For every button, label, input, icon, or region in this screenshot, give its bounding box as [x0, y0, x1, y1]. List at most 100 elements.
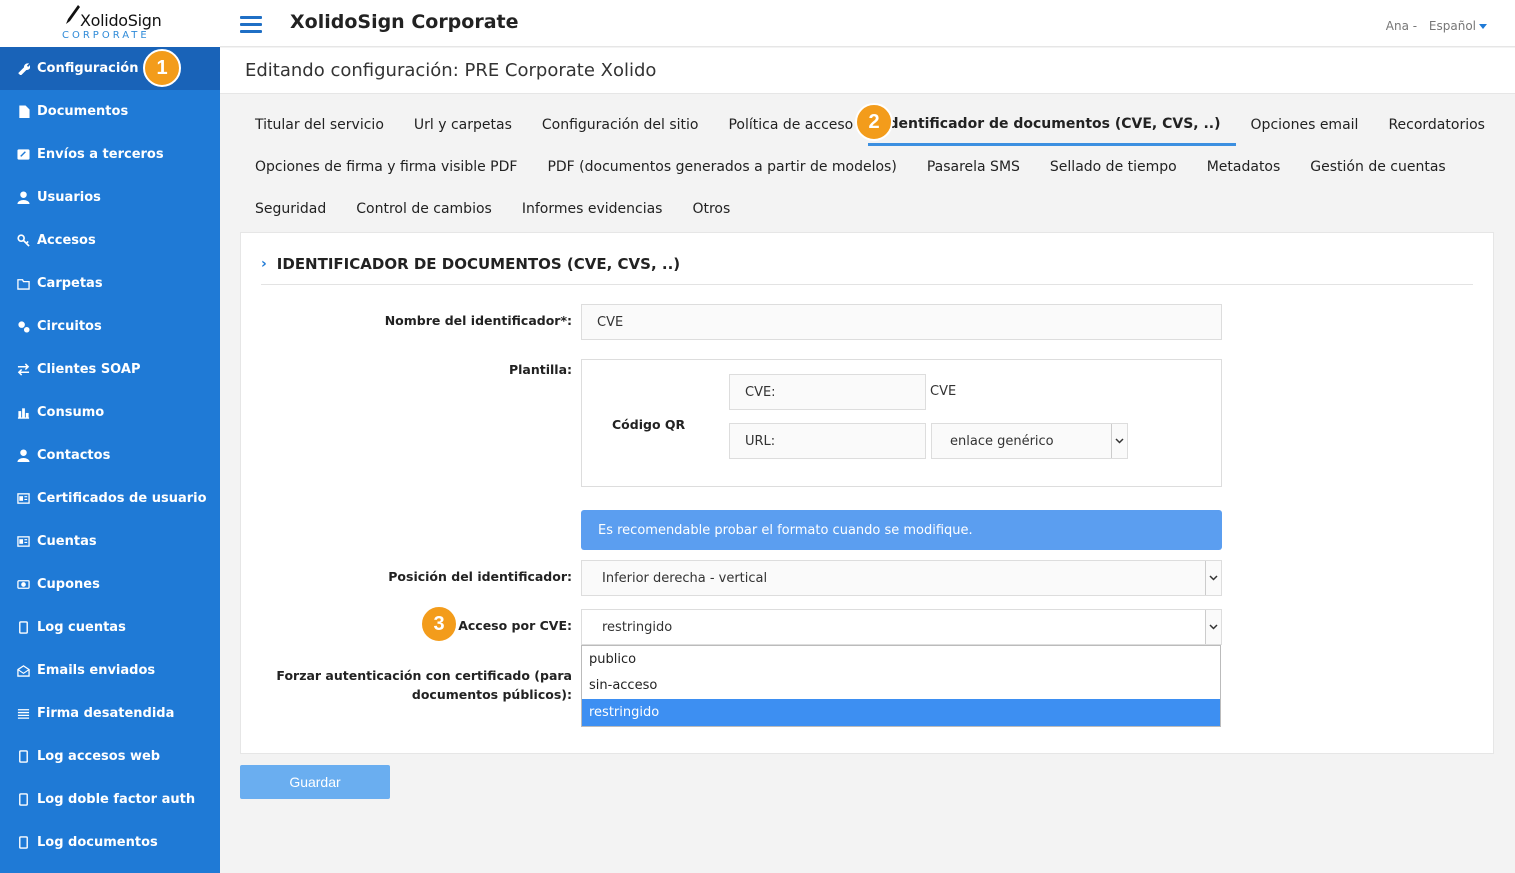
sidebar-item-firma-desatendida[interactable]: Firma desatendida [0, 692, 220, 735]
acceso-dropdown: publico sin-acceso restringido [581, 645, 1221, 727]
cve-value: CVE [930, 384, 957, 399]
sidebar-item-label: Certificados de usuario [37, 491, 207, 506]
plantilla-box: Código QR CVE: CVE URL: enlace genérico [581, 359, 1222, 487]
sidebar-item-cupones[interactable]: Cupones [0, 563, 220, 606]
section-title-text: IDENTIFICADOR DE DOCUMENTOS (CVE, CVS, .… [276, 255, 681, 273]
sidebar-item-envíos-a-terceros[interactable]: Envíos a terceros [0, 133, 220, 176]
app-title: XolidoSign Corporate [290, 11, 519, 33]
tab-row: Opciones de firma y firma visible PDF PDF… [240, 146, 1500, 188]
sidebar-item-label: Clientes SOAP [37, 362, 141, 377]
tab-row: Seguridad Control de cambios Informes evid… [240, 188, 1500, 230]
step-badge-2: 2 [855, 103, 893, 141]
list-icon [16, 707, 30, 721]
sidebar-item-log-documentos[interactable]: Log documentos [0, 821, 220, 864]
sidebar-item-label: Firma desatendida [37, 706, 175, 721]
chevron-down-icon [1111, 424, 1127, 458]
logo[interactable]: XolidoSign CORPORATE [0, 0, 220, 47]
tab-0-6[interactable]: Recordatorios [1373, 104, 1500, 146]
sidebar-item-log-cuentas[interactable]: Log cuentas [0, 606, 220, 649]
sidebar-item-certificados-de-usuario[interactable]: Certificados de usuario [0, 477, 220, 520]
sidebar-item-label: Envíos a terceros [37, 147, 164, 162]
sidebar-item-label: Log doble factor auth [37, 792, 196, 807]
sidebar-item-contactos[interactable]: Contactos [0, 434, 220, 477]
url-select-value: enlace genérico [950, 433, 1054, 449]
bar-chart-icon [16, 406, 30, 420]
forzar-label-line1: Forzar autenticación con certificado (pa… [276, 668, 572, 683]
tab-1-5[interactable]: Gestión de cuentas [1295, 146, 1460, 188]
sidebar-item-log-accesos-web[interactable]: Log accesos web [0, 735, 220, 778]
sidebar-item-label: Contactos [37, 448, 111, 463]
tab-2-2[interactable]: Informes evidencias [507, 188, 678, 230]
sidebar-item-label: Configuración [37, 61, 139, 76]
divider [261, 284, 1473, 285]
envelope-open-icon [16, 664, 30, 678]
sidebar-item-label: Consumo [37, 405, 105, 420]
forzar-label: Forzar autenticación con certificado (pa… [241, 666, 572, 704]
tab-2-0[interactable]: Seguridad [240, 188, 341, 230]
user-area: Ana - Español [1386, 19, 1487, 33]
sidebar-item-cuentas[interactable]: Cuentas [0, 520, 220, 563]
acceso-select[interactable]: restringido [581, 609, 1222, 645]
menu-icon[interactable] [240, 16, 262, 34]
sidebar-item-clientes-soap[interactable]: Clientes SOAP [0, 348, 220, 391]
tab-0-4[interactable]: Identificador de documentos (CVE, CVS, .… [868, 104, 1236, 146]
tab-0-0[interactable]: Titular del servicio [240, 104, 399, 146]
tab-1-1[interactable]: PDF (documentos generados a partir de mo… [532, 146, 911, 188]
folder-icon [16, 277, 30, 291]
url-select[interactable]: enlace genérico [931, 423, 1128, 459]
exchange-icon [16, 363, 30, 377]
id-card-icon [16, 492, 30, 506]
sidebar-item-emails-enviados[interactable]: Emails enviados [0, 649, 220, 692]
nombre-input[interactable]: CVE [581, 304, 1222, 340]
key-icon [16, 234, 30, 248]
tab-0-5[interactable]: Opciones email [1236, 104, 1374, 146]
url-input[interactable]: URL: [729, 423, 926, 459]
sidebar-item-carpetas[interactable]: Carpetas [0, 262, 220, 305]
sidebar-item-label: Log cuentas [37, 620, 126, 635]
user-icon [16, 449, 30, 463]
save-button[interactable]: Guardar [240, 765, 390, 799]
user-icon [16, 191, 30, 205]
section-title[interactable]: › IDENTIFICADOR DE DOCUMENTOS (CVE, CVS,… [261, 255, 680, 273]
sidebar-item-documentos[interactable]: Documentos [0, 90, 220, 133]
sidebar-item-consumo[interactable]: Consumo [0, 391, 220, 434]
sidebar-item-label: Documentos [37, 104, 129, 119]
acceso-label: Acceso por CVE: [458, 618, 572, 633]
sidebar-item-label: Log documentos [37, 835, 158, 850]
sidebar-item-log-doble-factor-auth[interactable]: Log doble factor auth [0, 778, 220, 821]
posicion-label: Posición del identificador: [388, 569, 572, 584]
user-menu[interactable]: Ana - [1386, 19, 1417, 33]
page-title: Editando configuración: PRE Corporate Xo… [220, 48, 1515, 94]
option-sin-acceso[interactable]: sin-acceso [582, 673, 1220, 700]
id-card-icon [16, 535, 30, 549]
tab-1-3[interactable]: Sellado de tiempo [1035, 146, 1192, 188]
cogs-icon [16, 320, 30, 334]
option-publico[interactable]: publico [582, 646, 1220, 673]
tab-0-3[interactable]: Política de acceso [713, 104, 868, 146]
sidebar-item-accesos[interactable]: Accesos [0, 219, 220, 262]
sidebar-item-label: Emails enviados [37, 663, 156, 678]
tab-1-0[interactable]: Opciones de firma y firma visible PDF [240, 146, 532, 188]
sidebar-item-configuración[interactable]: Configuración [0, 47, 220, 90]
book-icon [16, 836, 30, 850]
info-alert: Es recomendable probar el formato cuando… [581, 510, 1222, 550]
chevron-down-icon [1205, 561, 1221, 595]
chevron-right-icon: › [261, 256, 267, 272]
language-select[interactable]: Español [1429, 19, 1487, 33]
tab-1-4[interactable]: Metadatos [1192, 146, 1296, 188]
top-bar: XolidoSign Corporate Ana - Español [220, 0, 1515, 47]
option-restringido[interactable]: restringido [582, 699, 1220, 726]
sidebar-item-label: Cuentas [37, 534, 97, 549]
chevron-down-icon [1205, 610, 1221, 644]
posicion-select[interactable]: Inferior derecha - vertical [581, 560, 1222, 596]
tab-1-2[interactable]: Pasarela SMS [912, 146, 1035, 188]
tab-0-1[interactable]: Url y carpetas [399, 104, 527, 146]
sidebar-item-circuitos[interactable]: Circuitos [0, 305, 220, 348]
sidebar-item-label: Carpetas [37, 276, 103, 291]
send-icon [16, 148, 30, 162]
tab-0-2[interactable]: Configuración del sitio [527, 104, 714, 146]
cve-input[interactable]: CVE: [729, 374, 926, 410]
sidebar-item-usuarios[interactable]: Usuarios [0, 176, 220, 219]
tab-2-1[interactable]: Control de cambios [341, 188, 507, 230]
tab-2-3[interactable]: Otros [677, 188, 745, 230]
